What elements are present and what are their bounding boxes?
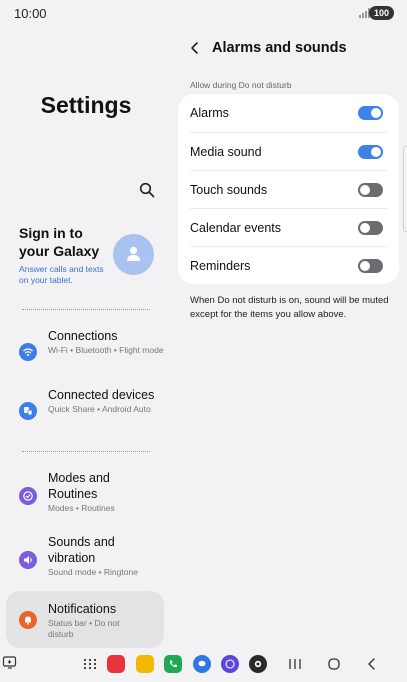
navigation-bar [0, 650, 407, 682]
dnd-note: When Do not disturb is on, sound will be… [190, 295, 389, 320]
sidebar-item-subtitle: Wi-Fi • Bluetooth • Flight mode [48, 345, 164, 355]
sidebar-item-notifications[interactable]: Notifications Status bar • Do not distur… [6, 591, 164, 648]
setting-row-touch-sounds[interactable]: Touch sounds [190, 170, 387, 208]
setting-label: Alarms [190, 106, 229, 120]
account-subtitle: Answer calls and texts on your tablet. [19, 264, 104, 285]
home-icon[interactable] [326, 655, 342, 673]
divider [22, 309, 150, 310]
internet-app-icon[interactable] [221, 655, 239, 673]
divider [22, 451, 150, 452]
galaxy-account-card[interactable]: Sign in to your Galaxy Answer calls and … [19, 224, 167, 290]
status-time: 10:00 [14, 6, 47, 21]
modes-icon [19, 487, 37, 505]
screen-recorder-icon[interactable] [2, 655, 18, 671]
sidebar-item-subtitle: Modes • Routines [48, 503, 115, 513]
sidebar-item-label: Connections [48, 329, 118, 343]
sidebar-item-subtitle: Sound mode • Ringtone [48, 567, 138, 577]
reminders-toggle[interactable] [358, 259, 383, 273]
settings-sidebar: Settings Sign in to your Galaxy Answer c… [0, 26, 172, 650]
calendar-events-toggle[interactable] [358, 221, 383, 235]
alarms-sounds-card: Alarms Media sound Touch sounds Calendar… [178, 94, 399, 284]
media-sound-toggle[interactable] [358, 145, 383, 159]
flipboard-app-icon[interactable] [107, 655, 125, 673]
back-icon[interactable] [188, 40, 202, 56]
wifi-icon [19, 343, 37, 361]
sound-icon [19, 551, 37, 569]
sidebar-item-subtitle: Status bar • Do not disturb [48, 618, 120, 639]
page-title: Alarms and sounds [212, 40, 347, 56]
person-icon [127, 246, 140, 261]
app-drawer-icon[interactable] [82, 655, 98, 673]
camera-app-icon[interactable] [249, 655, 267, 673]
toggle-knob [360, 261, 370, 271]
sidebar-item-label: Modes and Routines [48, 471, 110, 501]
sidebar-item-connected-devices[interactable]: Connected devices Quick Share • Android … [6, 387, 164, 435]
setting-row-alarms[interactable]: Alarms [190, 94, 387, 132]
recents-icon[interactable] [287, 655, 303, 673]
back-nav-icon[interactable] [364, 655, 380, 673]
sidebar-item-label: Notifications [48, 602, 117, 616]
setting-label: Touch sounds [190, 183, 268, 197]
edge-panel-handle[interactable] [403, 146, 407, 232]
sidebar-item-subtitle: Quick Share • Android Auto [48, 404, 151, 414]
setting-row-calendar-events[interactable]: Calendar events [190, 208, 387, 246]
sidebar-item-modes-routines[interactable]: Modes and Routines Modes • Routines [6, 470, 164, 522]
setting-label: Calendar events [190, 221, 282, 235]
section-label: Allow during Do not disturb [190, 80, 292, 90]
setting-label: Media sound [190, 145, 262, 159]
setting-label: Reminders [190, 259, 251, 273]
connected-devices-icon [19, 402, 37, 420]
settings-title: Settings [40, 92, 132, 118]
messages-app-icon[interactable] [193, 655, 211, 673]
battery-indicator: 100 [368, 6, 394, 20]
touch-sounds-toggle[interactable] [358, 183, 383, 197]
avatar [113, 234, 154, 275]
phone-app-icon[interactable] [164, 655, 182, 673]
sidebar-item-label: Sounds and vibration [48, 535, 115, 565]
account-title: Sign in to your Galaxy [19, 225, 100, 259]
toggle-knob [371, 147, 381, 157]
alarms-toggle[interactable] [358, 106, 383, 120]
search-icon[interactable] [139, 182, 155, 198]
bell-icon [19, 611, 37, 629]
sidebar-item-sounds-vibration[interactable]: Sounds and vibration Sound mode • Ringto… [6, 534, 164, 586]
notes-app-icon[interactable] [136, 655, 154, 673]
toggle-knob [371, 108, 381, 118]
setting-row-reminders[interactable]: Reminders [190, 246, 387, 284]
setting-row-media-sound[interactable]: Media sound [190, 132, 387, 170]
toggle-knob [360, 223, 370, 233]
sidebar-item-label: Connected devices [48, 388, 155, 402]
toggle-knob [360, 185, 370, 195]
sidebar-item-connections[interactable]: Connections Wi-Fi • Bluetooth • Flight m… [6, 328, 164, 376]
status-bar: 10:00 100 [0, 0, 407, 26]
